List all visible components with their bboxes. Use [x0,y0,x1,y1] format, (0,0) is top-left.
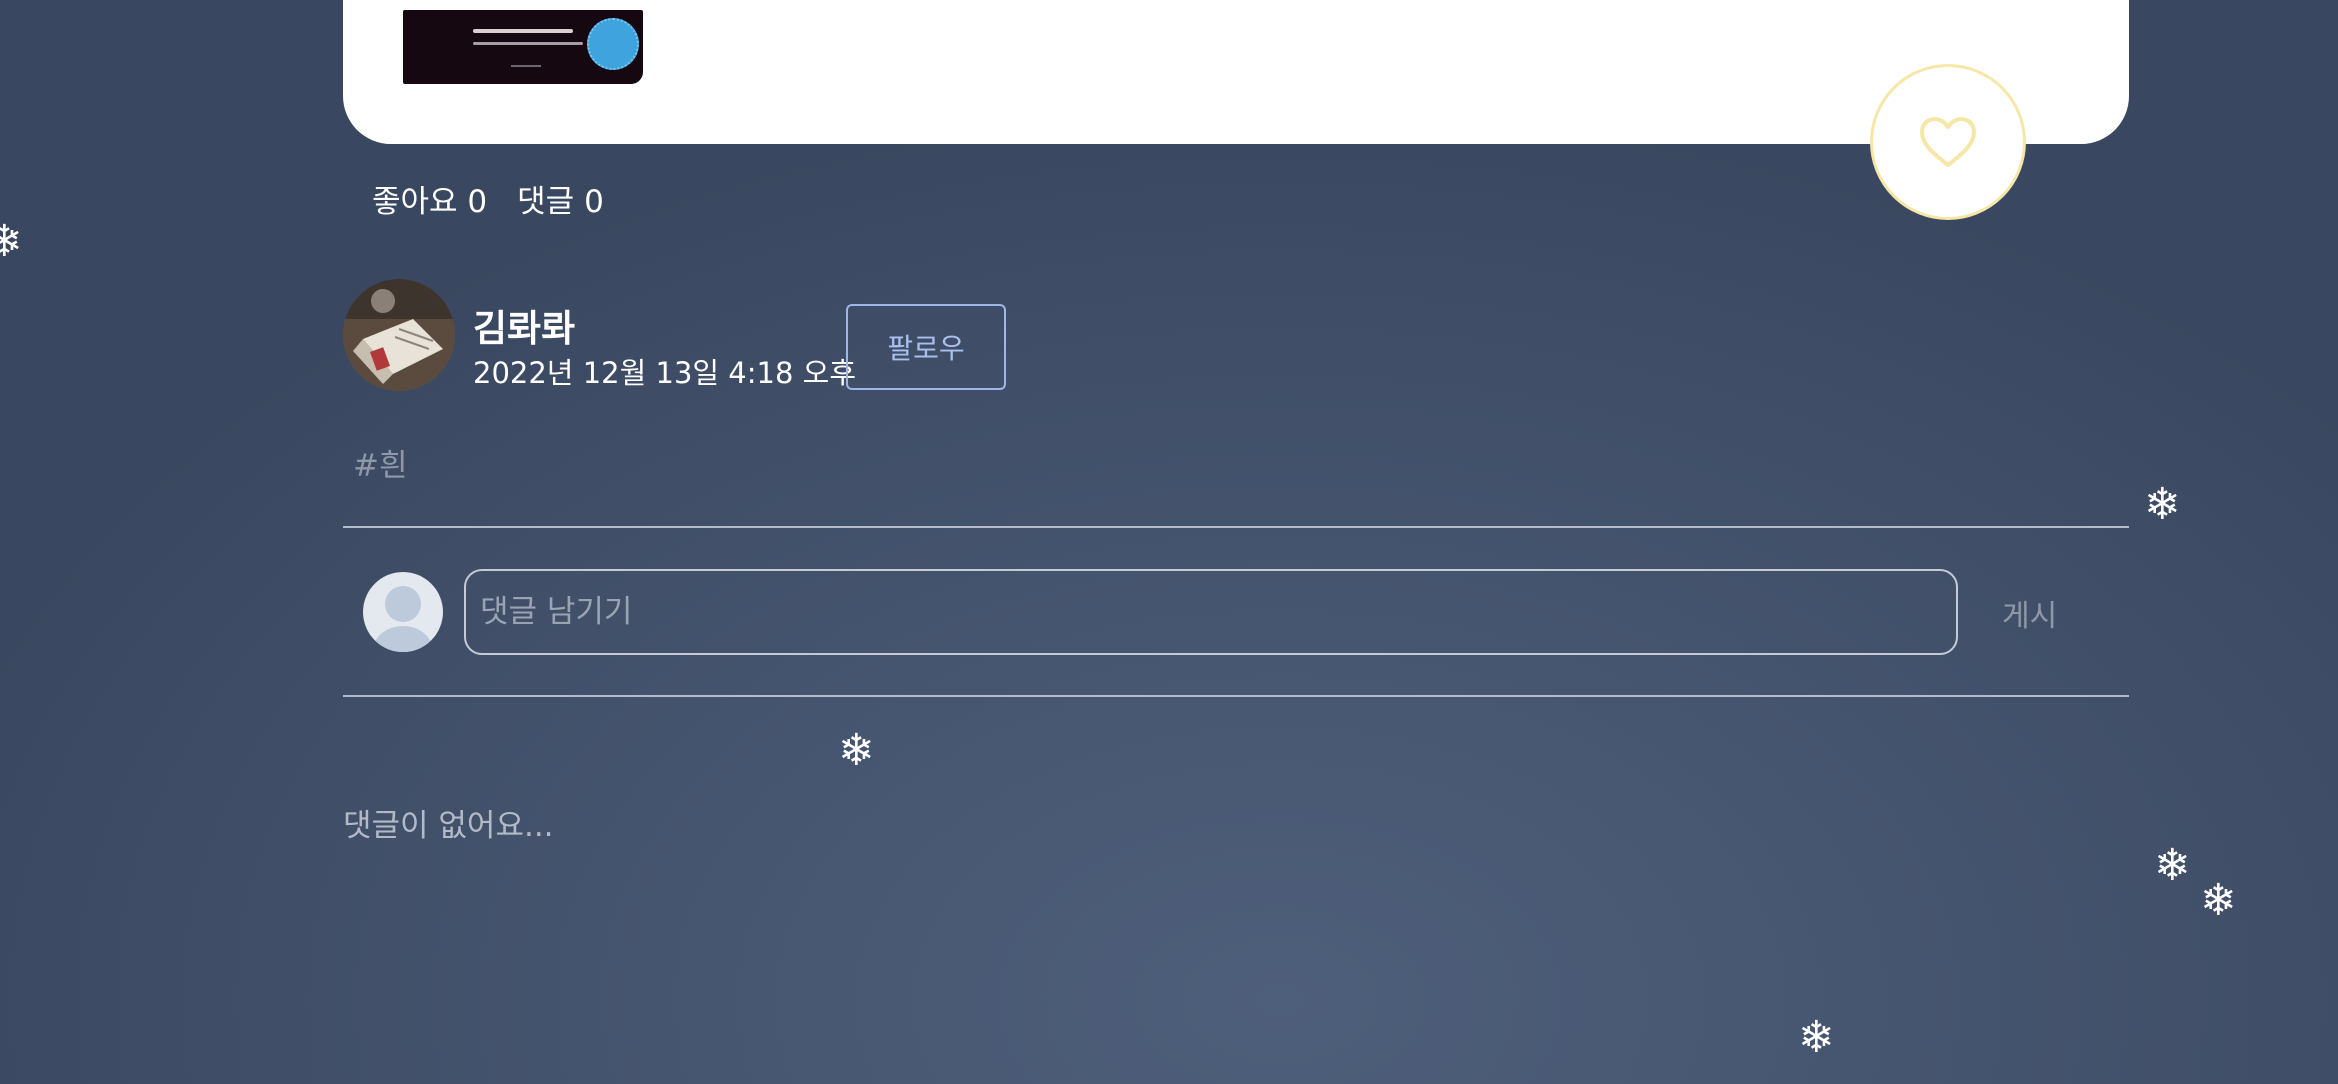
snowflake-icon: ❄ [1798,1016,1835,1060]
snowflake-icon: ❄ [2154,844,2191,888]
comment-count: 댓글 0 [517,184,604,220]
snowflake-icon: ❄ [0,216,23,267]
follow-button[interactable]: 팔로우 [846,304,1006,390]
snowflake-icon: ❄ [2200,879,2237,923]
user-avatar-icon [363,572,443,652]
submit-comment-button[interactable]: 게시 [2002,591,2057,635]
book-cover-image [403,10,643,84]
post-card [343,0,2129,144]
snowflake-icon: ❄ [2144,483,2181,527]
badge-seal-icon [587,18,639,70]
post-date: 2022년 12월 13일 4:18 오후 [473,356,857,390]
snowflake-icon: ❄ [838,729,875,773]
comment-input[interactable] [464,569,1958,655]
like-button[interactable] [1870,64,2026,220]
heart-icon [1920,117,1976,167]
empty-comments-message: 댓글이 없어요... [343,808,554,844]
divider [343,526,2129,528]
tag-link[interactable]: #흰 [353,440,408,485]
like-count: 좋아요 0 [372,184,488,220]
divider [343,695,2129,697]
author-avatar[interactable] [343,279,455,391]
post-stats: 좋아요 0 댓글 0 [372,176,604,221]
author-name[interactable]: 김롸롸 [473,298,575,352]
